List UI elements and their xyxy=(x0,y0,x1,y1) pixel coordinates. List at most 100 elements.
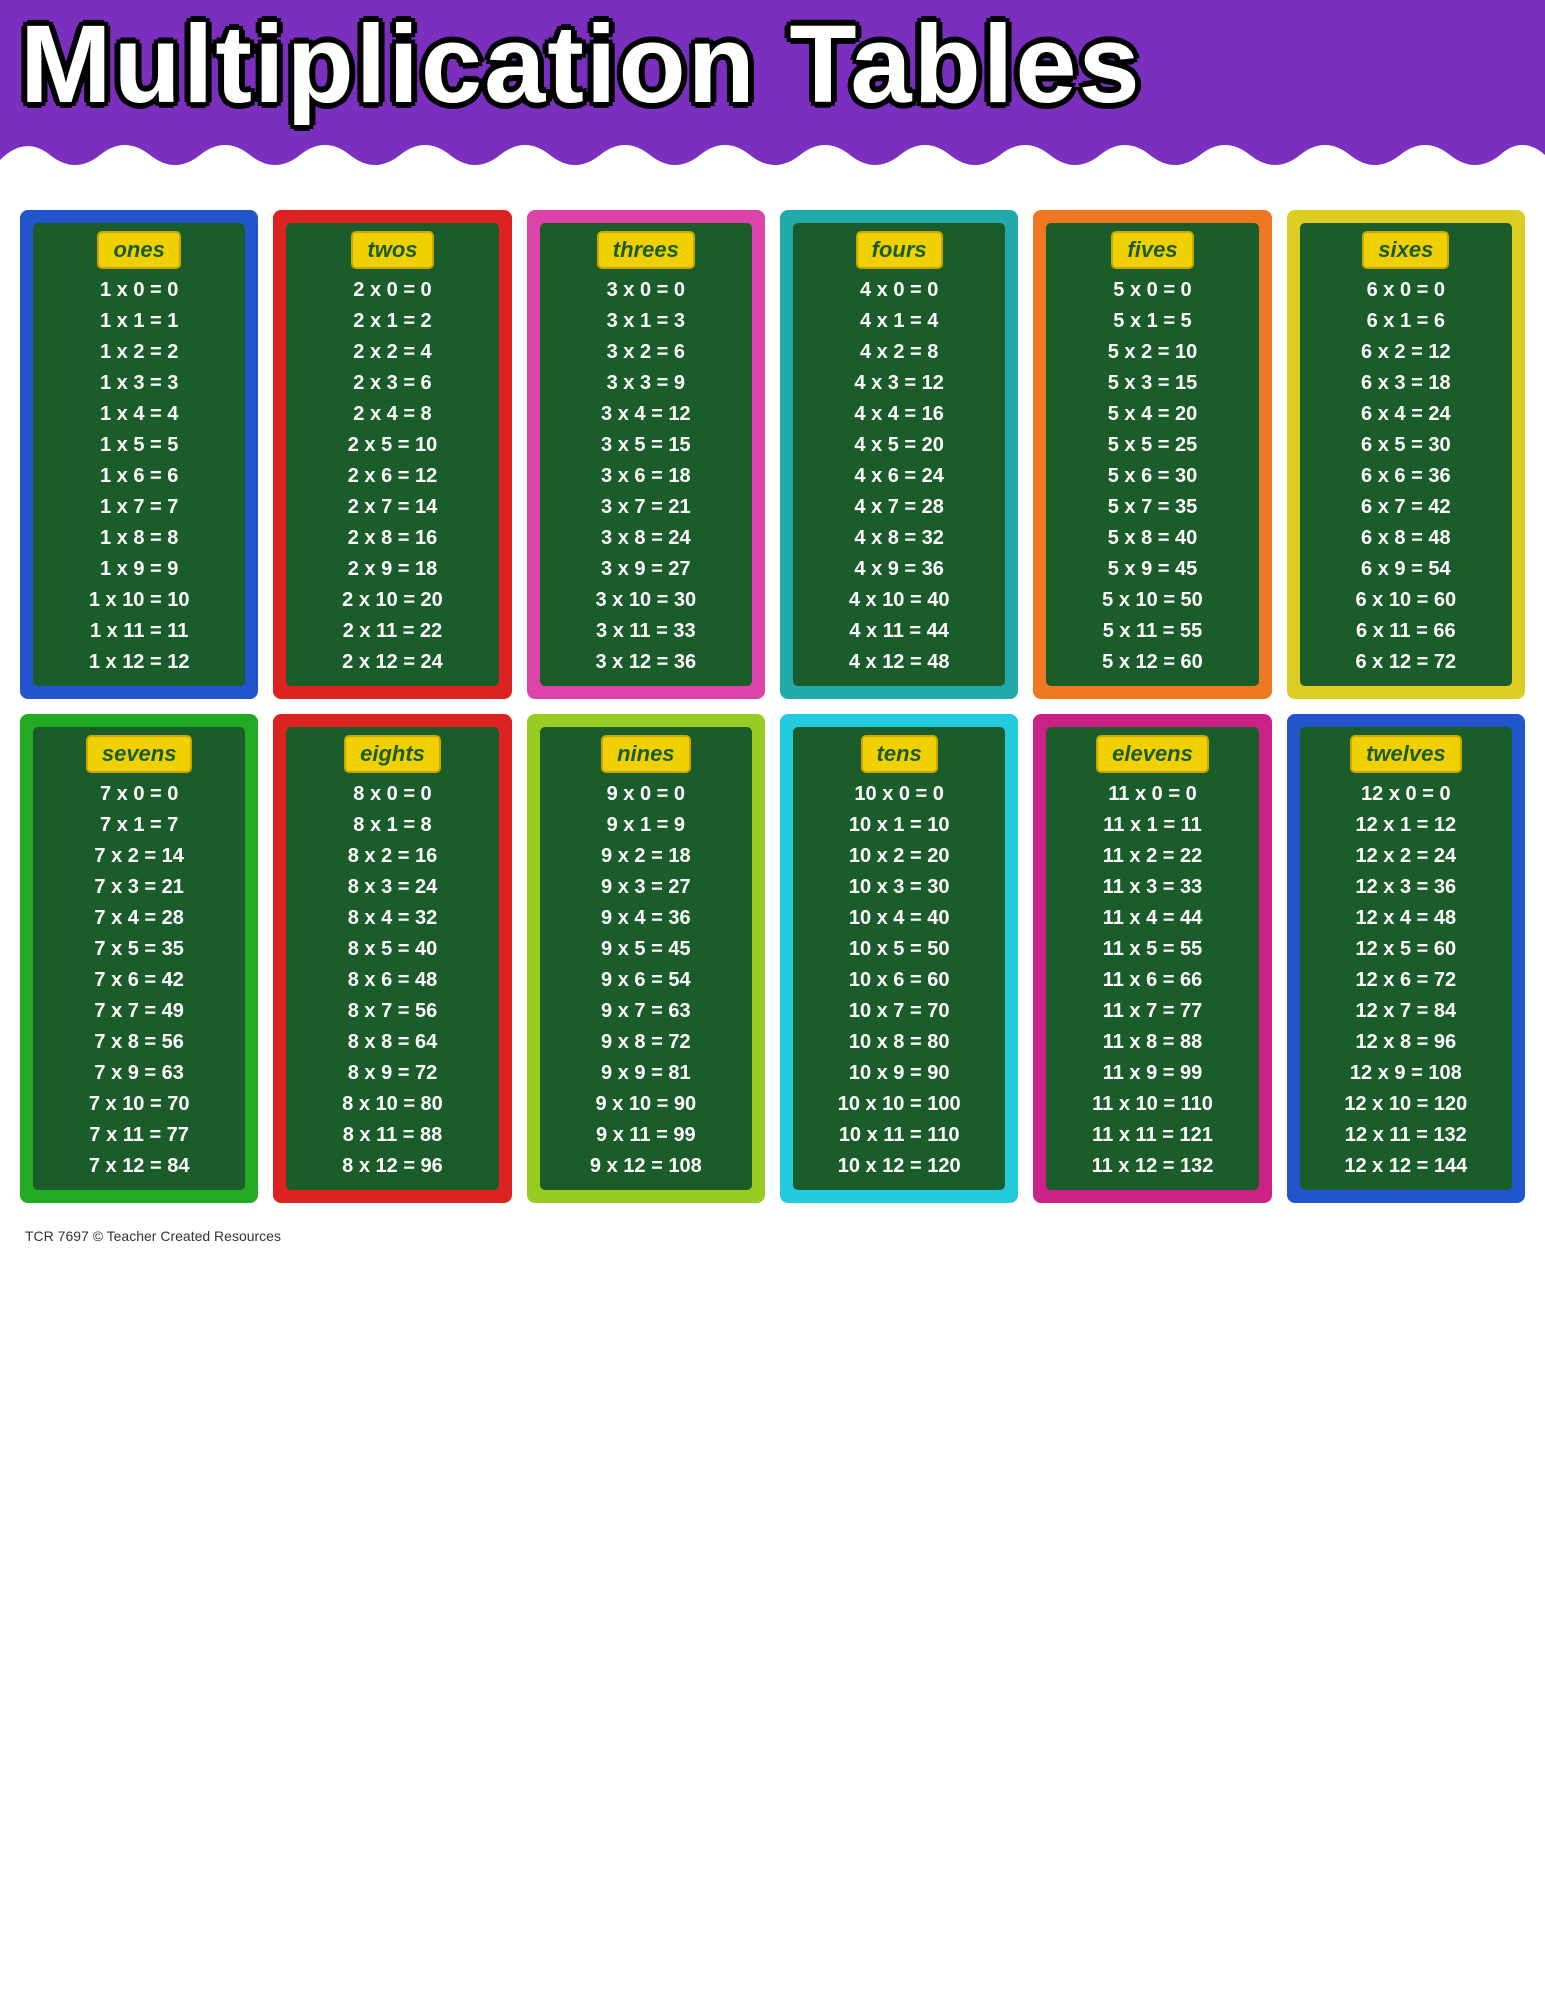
table-card-sevens: sevens7 x 0 = 07 x 1 = 77 x 2 = 147 x 3 … xyxy=(20,714,258,1203)
table-row: 6 x 11 = 66 xyxy=(1356,616,1456,647)
table-row: 2 x 2 = 4 xyxy=(353,337,431,368)
table-row: 11 x 9 = 99 xyxy=(1103,1058,1203,1089)
table-row: 9 x 6 = 54 xyxy=(601,965,691,996)
table-row: 4 x 0 = 0 xyxy=(860,275,938,306)
table-row: 9 x 5 = 45 xyxy=(601,934,691,965)
table-card-twelves: twelves12 x 0 = 012 x 1 = 1212 x 2 = 241… xyxy=(1287,714,1525,1203)
table-row: 12 x 4 = 48 xyxy=(1355,903,1456,934)
table-label-sevens: sevens xyxy=(86,735,193,773)
table-row: 11 x 10 = 110 xyxy=(1092,1089,1213,1120)
table-row: 4 x 4 = 16 xyxy=(854,399,944,430)
table-row: 7 x 6 = 42 xyxy=(94,965,184,996)
table-row: 6 x 1 = 6 xyxy=(1367,306,1445,337)
table-row: 7 x 0 = 0 xyxy=(100,779,178,810)
table-row: 8 x 11 = 88 xyxy=(343,1120,443,1151)
table-row: 12 x 10 = 120 xyxy=(1344,1089,1467,1120)
table-row: 7 x 3 = 21 xyxy=(94,872,184,903)
table-row: 9 x 11 = 99 xyxy=(596,1120,696,1151)
table-row: 2 x 11 = 22 xyxy=(343,616,443,647)
table-row: 4 x 1 = 4 xyxy=(860,306,938,337)
table-row: 1 x 1 = 1 xyxy=(100,306,178,337)
table-row: 8 x 0 = 0 xyxy=(353,779,431,810)
table-card-tens: tens10 x 0 = 010 x 1 = 1010 x 2 = 2010 x… xyxy=(780,714,1018,1203)
table-card-threes: threes3 x 0 = 03 x 1 = 33 x 2 = 63 x 3 =… xyxy=(527,210,765,699)
table-label-elevens: elevens xyxy=(1096,735,1209,773)
table-row: 2 x 4 = 8 xyxy=(353,399,431,430)
table-row: 5 x 3 = 15 xyxy=(1108,368,1198,399)
table-row: 4 x 7 = 28 xyxy=(854,492,944,523)
table-row: 4 x 3 = 12 xyxy=(854,368,944,399)
table-row: 9 x 12 = 108 xyxy=(590,1151,702,1182)
table-row: 12 x 3 = 36 xyxy=(1355,872,1456,903)
table-row: 2 x 6 = 12 xyxy=(348,461,438,492)
table-row: 7 x 8 = 56 xyxy=(94,1027,184,1058)
table-row: 4 x 6 = 24 xyxy=(854,461,944,492)
table-card-sixes: sixes6 x 0 = 06 x 1 = 66 x 2 = 126 x 3 =… xyxy=(1287,210,1525,699)
table-row: 8 x 12 = 96 xyxy=(342,1151,443,1182)
table-row: 10 x 10 = 100 xyxy=(838,1089,961,1120)
table-row: 8 x 6 = 48 xyxy=(348,965,438,996)
table-row: 8 x 8 = 64 xyxy=(348,1027,438,1058)
table-row: 4 x 8 = 32 xyxy=(854,523,944,554)
table-card-ones: ones1 x 0 = 01 x 1 = 11 x 2 = 21 x 3 = 3… xyxy=(20,210,258,699)
table-row: 2 x 12 = 24 xyxy=(342,647,443,678)
table-row: 12 x 2 = 24 xyxy=(1355,841,1456,872)
table-row: 10 x 2 = 20 xyxy=(849,841,950,872)
table-row: 8 x 5 = 40 xyxy=(348,934,438,965)
table-row: 3 x 5 = 15 xyxy=(601,430,691,461)
table-row: 8 x 2 = 16 xyxy=(348,841,438,872)
table-card-eights: eights8 x 0 = 08 x 1 = 88 x 2 = 168 x 3 … xyxy=(273,714,511,1203)
table-row: 9 x 1 = 9 xyxy=(607,810,685,841)
table-row: 3 x 12 = 36 xyxy=(595,647,696,678)
table-row: 4 x 12 = 48 xyxy=(849,647,950,678)
table-row: 1 x 6 = 6 xyxy=(100,461,178,492)
table-row: 7 x 11 = 77 xyxy=(89,1120,189,1151)
table-row: 9 x 9 = 81 xyxy=(601,1058,691,1089)
table-card-elevens: elevens11 x 0 = 011 x 1 = 1111 x 2 = 221… xyxy=(1033,714,1271,1203)
table-label-twelves: twelves xyxy=(1350,735,1462,773)
table-row: 11 x 0 = 0 xyxy=(1108,779,1196,810)
table-row: 12 x 0 = 0 xyxy=(1361,779,1451,810)
table-row: 12 x 1 = 12 xyxy=(1355,810,1456,841)
tables-grid: ones1 x 0 = 01 x 1 = 11 x 2 = 21 x 3 = 3… xyxy=(20,210,1525,1203)
footer-text: TCR 7697 © Teacher Created Resources xyxy=(20,1228,1525,1244)
table-row: 3 x 11 = 33 xyxy=(596,616,696,647)
table-row: 10 x 4 = 40 xyxy=(849,903,950,934)
table-row: 3 x 3 = 9 xyxy=(607,368,685,399)
table-row: 9 x 2 = 18 xyxy=(601,841,691,872)
table-row: 10 x 3 = 30 xyxy=(849,872,950,903)
table-row: 12 x 5 = 60 xyxy=(1355,934,1456,965)
table-row: 11 x 4 = 44 xyxy=(1103,903,1203,934)
table-row: 5 x 1 = 5 xyxy=(1113,306,1191,337)
table-row: 5 x 5 = 25 xyxy=(1108,430,1198,461)
table-row: 5 x 9 = 45 xyxy=(1108,554,1198,585)
table-label-twos: twos xyxy=(351,231,433,269)
table-row: 9 x 7 = 63 xyxy=(601,996,691,1027)
table-row: 2 x 1 = 2 xyxy=(353,306,431,337)
table-row: 11 x 8 = 88 xyxy=(1103,1027,1203,1058)
table-row: 11 x 6 = 66 xyxy=(1103,965,1203,996)
table-row: 11 x 1 = 11 xyxy=(1103,810,1201,841)
table-row: 1 x 4 = 4 xyxy=(100,399,178,430)
table-row: 2 x 8 = 16 xyxy=(348,523,438,554)
table-row: 4 x 10 = 40 xyxy=(849,585,950,616)
table-row: 5 x 2 = 10 xyxy=(1108,337,1198,368)
table-row: 6 x 4 = 24 xyxy=(1361,399,1451,430)
table-row: 5 x 0 = 0 xyxy=(1113,275,1191,306)
table-row: 1 x 7 = 7 xyxy=(100,492,178,523)
table-row: 12 x 12 = 144 xyxy=(1344,1151,1467,1182)
table-row: 1 x 12 = 12 xyxy=(89,647,190,678)
table-label-fours: fours xyxy=(856,231,943,269)
table-row: 12 x 8 = 96 xyxy=(1355,1027,1456,1058)
table-row: 8 x 3 = 24 xyxy=(348,872,438,903)
table-row: 10 x 1 = 10 xyxy=(849,810,950,841)
table-row: 12 x 11 = 132 xyxy=(1345,1120,1467,1151)
table-label-fives: fives xyxy=(1111,231,1193,269)
table-row: 1 x 10 = 10 xyxy=(89,585,190,616)
table-row: 7 x 10 = 70 xyxy=(89,1089,190,1120)
table-row: 10 x 11 = 110 xyxy=(839,1120,960,1151)
table-card-twos: twos2 x 0 = 02 x 1 = 22 x 2 = 42 x 3 = 6… xyxy=(273,210,511,699)
table-row: 8 x 9 = 72 xyxy=(348,1058,438,1089)
table-row: 3 x 7 = 21 xyxy=(601,492,691,523)
table-row: 11 x 11 = 121 xyxy=(1092,1120,1213,1151)
